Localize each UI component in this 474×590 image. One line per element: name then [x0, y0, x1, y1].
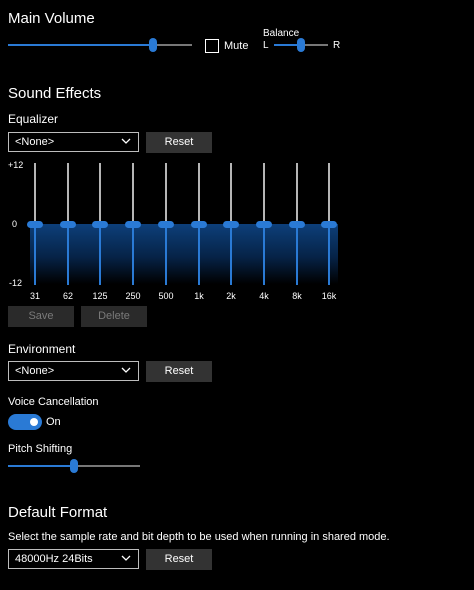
default-format-reset-button[interactable]: Reset: [146, 549, 212, 570]
eq-band-thumb-62[interactable]: [60, 221, 76, 228]
eq-band-fill: [165, 224, 167, 285]
pitch-shifting-label: Pitch Shifting: [8, 443, 73, 455]
toggle-knob: [30, 418, 38, 426]
eq-band-track: [263, 163, 265, 224]
environment-reset-button[interactable]: Reset: [146, 361, 212, 382]
eq-band-thumb-31[interactable]: [27, 221, 43, 228]
eq-band-fill: [328, 224, 330, 285]
eq-band-thumb-2k[interactable]: [223, 221, 239, 228]
eq-db-mid-label: 0: [12, 219, 18, 229]
balance-thumb[interactable]: [297, 38, 305, 52]
main-volume-title: Main Volume: [8, 10, 95, 27]
voice-cancellation-label: Voice Cancellation: [8, 396, 99, 408]
mute-label: Mute: [224, 40, 249, 52]
eq-band-thumb-250[interactable]: [125, 221, 141, 228]
chevron-down-icon: [121, 367, 131, 373]
environment-dropdown[interactable]: <None>: [8, 361, 139, 381]
eq-band-track: [296, 163, 298, 224]
balance-left-label: L: [263, 40, 269, 51]
eq-band-label: 31: [29, 291, 40, 301]
environment-label: Environment: [8, 342, 76, 356]
eq-band-label: 62: [62, 291, 73, 301]
equalizer-reset-button[interactable]: Reset: [146, 132, 212, 153]
eq-band-fill: [132, 224, 134, 285]
eq-band-track: [198, 163, 200, 224]
eq-band-thumb-8k[interactable]: [289, 221, 305, 228]
balance-right-label: R: [333, 40, 341, 51]
eq-band-fill: [34, 224, 36, 285]
equalizer-label: Equalizer: [8, 112, 59, 126]
environment-value: <None>: [15, 365, 55, 377]
default-format-value: 48000Hz 24Bits: [15, 553, 93, 565]
eq-band-fill: [198, 224, 200, 285]
eq-band-track: [230, 163, 232, 224]
eq-db-bottom-label: -12: [9, 278, 23, 288]
pitch-shifting-slider[interactable]: [8, 459, 140, 473]
eq-band-fill: [263, 224, 265, 285]
voice-cancellation-state: On: [46, 416, 61, 428]
main-volume-fill: [8, 44, 153, 46]
eq-band-label: 4k: [259, 291, 269, 301]
voice-cancellation-toggle[interactable]: [8, 414, 42, 430]
eq-db-top-label: +12: [8, 160, 24, 170]
eq-save-button[interactable]: Save: [8, 306, 74, 327]
default-format-dropdown[interactable]: 48000Hz 24Bits: [8, 549, 139, 569]
main-volume-slider[interactable]: [8, 38, 192, 52]
eq-band-fill: [296, 224, 298, 285]
chevron-down-icon: [121, 555, 131, 561]
equalizer-preset-dropdown[interactable]: <None>: [8, 132, 139, 152]
default-format-title: Default Format: [8, 504, 108, 521]
eq-band-thumb-16k[interactable]: [321, 221, 337, 228]
equalizer-gradient-area: [30, 224, 338, 284]
eq-band-label: 8k: [292, 291, 302, 301]
eq-band-thumb-500[interactable]: [158, 221, 174, 228]
pitch-thumb[interactable]: [70, 459, 78, 473]
eq-delete-button[interactable]: Delete: [81, 306, 147, 327]
main-volume-thumb[interactable]: [149, 38, 157, 52]
eq-band-label: 2k: [226, 291, 236, 301]
sound-effects-title: Sound Effects: [8, 85, 102, 102]
default-format-description: Select the sample rate and bit depth to …: [8, 531, 390, 543]
eq-band-fill: [230, 224, 232, 285]
eq-band-label: 1k: [194, 291, 204, 301]
eq-band-track: [328, 163, 330, 224]
eq-band-track: [99, 163, 101, 224]
eq-band-fill: [67, 224, 69, 285]
eq-band-fill: [99, 224, 101, 285]
eq-band-thumb-1k[interactable]: [191, 221, 207, 228]
equalizer-preset-value: <None>: [15, 136, 55, 148]
eq-band-label: 250: [125, 291, 141, 301]
eq-band-label: 16k: [321, 291, 337, 301]
eq-band-track: [165, 163, 167, 224]
balance-slider[interactable]: [274, 38, 328, 52]
mute-checkbox[interactable]: [205, 39, 219, 53]
eq-band-label: 500: [158, 291, 174, 301]
eq-band-track: [132, 163, 134, 224]
eq-band-thumb-125[interactable]: [92, 221, 108, 228]
chevron-down-icon: [121, 138, 131, 144]
eq-band-track: [67, 163, 69, 224]
eq-band-label: 125: [92, 291, 108, 301]
pitch-fill: [8, 465, 74, 467]
eq-band-thumb-4k[interactable]: [256, 221, 272, 228]
eq-band-track: [34, 163, 36, 224]
